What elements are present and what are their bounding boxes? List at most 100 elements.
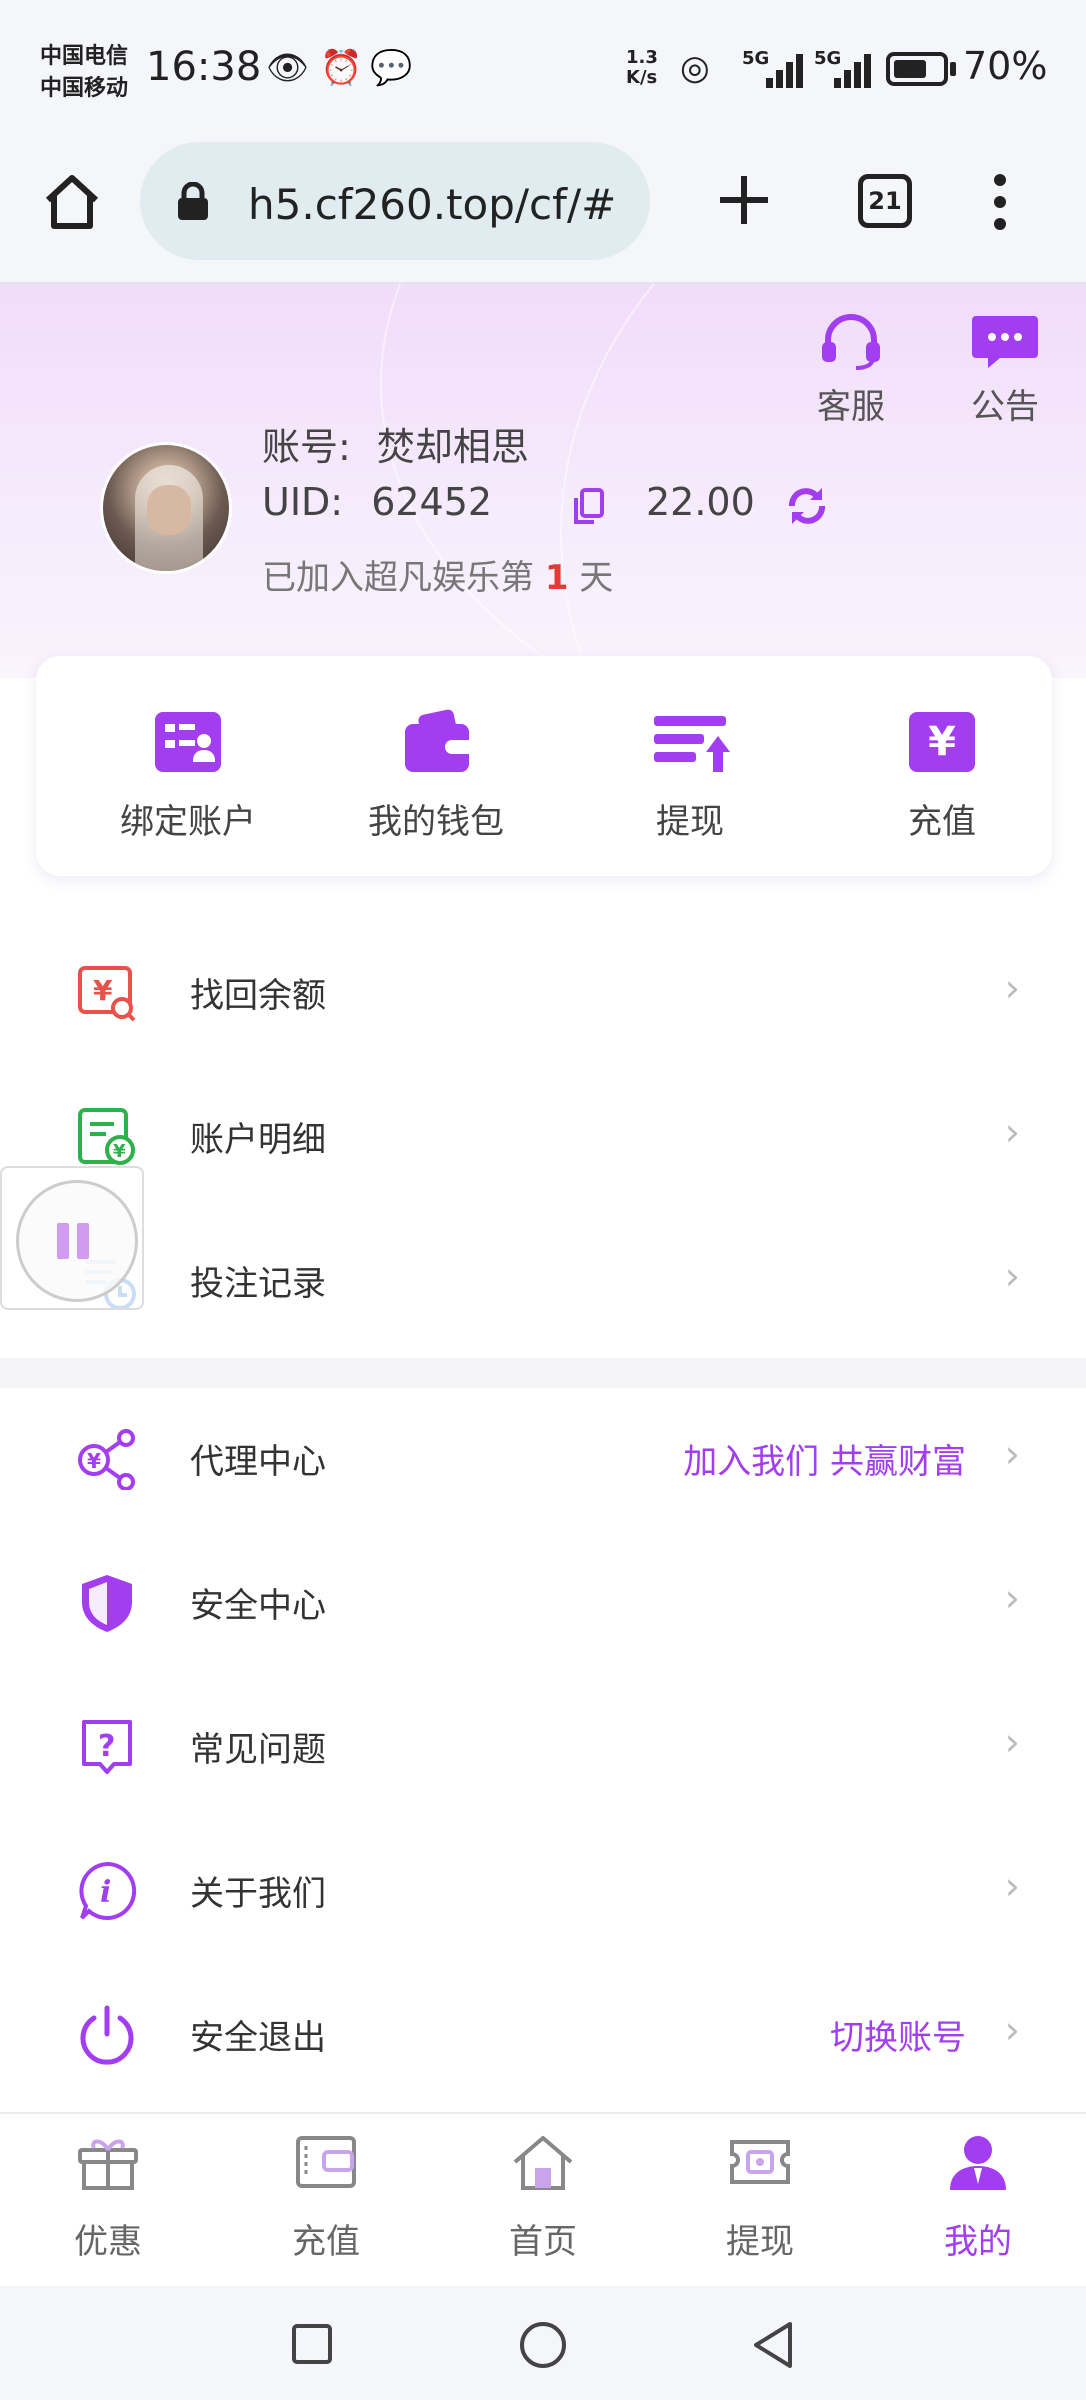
bottom-tab-bar: 优惠 充值 首页 提现 我的 [0, 2112, 1086, 2286]
balance-value: 22.00 [646, 480, 755, 524]
tab-mine[interactable]: 我的 [888, 2134, 1068, 2263]
customer-service-button[interactable]: 客服 [796, 312, 906, 428]
menu-item-account-detail[interactable]: ¥ 账户明细 › [0, 1064, 1086, 1208]
clock: 16:38 [146, 44, 262, 90]
system-nav-bar [0, 2286, 1086, 2400]
chevron-right-icon: › [1004, 1110, 1020, 1154]
menu-item-agent-center[interactable]: ¥ 代理中心 加入我们 共赢财富 › [0, 1386, 1086, 1530]
user-icon [950, 2136, 1006, 2190]
address-bar[interactable]: h5.cf260.top/cf/# [140, 142, 650, 260]
switch-account-link[interactable]: 切换账号 [830, 2010, 966, 2059]
menu-extra-text: 加入我们 共赢财富 [683, 1442, 966, 1482]
share-icon: ¥ [78, 1429, 135, 1490]
id-card-icon [155, 712, 221, 772]
pause-icon [16, 1180, 138, 1302]
wallet-icon [403, 708, 469, 772]
menu-item-about-us[interactable]: i 关于我们 › [0, 1818, 1086, 1962]
tab-label: 优惠 [74, 2222, 142, 2262]
join-days-line: 已加入超凡娱乐第 1 天 [262, 558, 614, 598]
avatar[interactable] [100, 442, 232, 574]
tabs-button[interactable]: 21 [858, 174, 912, 228]
back-icon[interactable] [750, 2320, 796, 2370]
question-icon: ? [82, 1720, 132, 1774]
recent-apps-icon[interactable] [290, 2322, 334, 2366]
menu-item-faq[interactable]: ? 常见问题 › [0, 1674, 1086, 1818]
tab-label: 充值 [292, 2222, 360, 2262]
join-days-count: 1 [544, 558, 569, 598]
account-detail-icon: ¥ [78, 1108, 135, 1165]
svg-text:¥: ¥ [93, 974, 113, 1007]
battery-percent: 70% [963, 44, 1048, 88]
yuan-icon: ¥ [909, 712, 975, 772]
cash-icon [730, 2140, 790, 2184]
new-tab-icon[interactable] [716, 172, 772, 228]
menu-label: 账户明细 [190, 1120, 326, 1160]
quick-action-withdraw[interactable]: 提现 [580, 712, 800, 843]
recover-balance-icon: ¥ [78, 966, 136, 1022]
home-icon [513, 2136, 573, 2190]
chevron-right-icon: › [1004, 1432, 1020, 1476]
headset-icon [822, 314, 880, 370]
info-icon: i [79, 1861, 137, 1920]
profile-header: 客服 公告 账号: 焚却相思 UID: 62452 22.00 已加入超凡娱乐第… [0, 284, 1086, 678]
quick-action-label: 绑定账户 [120, 802, 256, 842]
svg-text:?: ? [98, 1729, 115, 1764]
signal-2-icon [824, 50, 878, 88]
chevron-right-icon: › [1004, 1864, 1020, 1908]
floating-pause-button[interactable] [0, 1166, 144, 1310]
account-name: 焚却相思 [376, 425, 529, 469]
tab-recharge[interactable]: 充值 [236, 2134, 416, 2263]
quick-action-wallet[interactable]: 我的钱包 [326, 708, 546, 843]
refresh-icon[interactable] [784, 484, 830, 528]
gift-icon [78, 2139, 138, 2190]
copy-icon[interactable] [572, 488, 604, 526]
wechat-icon: 💬 [370, 48, 413, 88]
uid-line: UID: 62452 [262, 480, 492, 524]
menu-label: 代理中心 [190, 1442, 326, 1482]
tab-promotions[interactable]: 优惠 [18, 2134, 198, 2263]
alarm-icon: ⏰ [320, 48, 363, 88]
quick-action-label: 充值 [908, 802, 976, 842]
tab-withdraw[interactable]: 提现 [670, 2134, 850, 2263]
tab-home[interactable]: 首页 [453, 2134, 633, 2263]
section-divider [0, 1358, 1086, 1388]
account-label: 账号: [262, 425, 351, 469]
more-menu-icon[interactable] [990, 172, 1010, 232]
home-circle-icon[interactable] [518, 2320, 568, 2370]
menu-item-recover-balance[interactable]: ¥ 找回余额 › [0, 920, 1086, 1064]
menu-item-bet-record[interactable]: 投注记录 › [0, 1208, 1086, 1352]
carrier-1: 中国电信 [40, 44, 129, 69]
status-bar: 中国电信 中国移动 16:38 👁 ⏰ 💬 1.3 K/s ◎ 5G 5G 70… [0, 0, 1086, 130]
net-speed: 1.3 K/s [626, 47, 658, 88]
wallet-card-icon [296, 2136, 356, 2188]
chevron-right-icon: › [1004, 1254, 1020, 1298]
home-icon[interactable] [40, 170, 104, 234]
customer-service-label: 客服 [817, 387, 885, 427]
menu-label: 安全退出 [190, 2018, 326, 2058]
quick-actions-card: 绑定账户 我的钱包 提现 ¥ 充值 [36, 656, 1052, 876]
notice-button[interactable]: 公告 [950, 312, 1060, 428]
eye-icon: 👁 [266, 48, 310, 88]
tab-label: 提现 [726, 2222, 794, 2262]
lock-icon [178, 182, 208, 220]
menu-item-security-center[interactable]: 安全中心 › [0, 1530, 1086, 1674]
svg-text:¥: ¥ [113, 1141, 126, 1162]
quick-action-recharge[interactable]: ¥ 充值 [832, 712, 1052, 843]
message-icon [972, 316, 1038, 368]
tab-label: 首页 [509, 2222, 577, 2262]
menu-label: 常见问题 [190, 1730, 326, 1770]
menu-item-logout[interactable]: 安全退出 切换账号 › [0, 1962, 1086, 2106]
battery-icon [886, 52, 948, 86]
quick-action-bind-account[interactable]: 绑定账户 [78, 712, 298, 843]
quick-action-label: 我的钱包 [368, 802, 504, 842]
svg-text:¥: ¥ [87, 1449, 101, 1473]
url-text[interactable]: h5.cf260.top/cf/# [248, 180, 638, 229]
tab-label: 我的 [944, 2222, 1012, 2262]
uid-value: 62452 [371, 480, 493, 524]
chevron-right-icon: › [1004, 1576, 1020, 1620]
power-icon [80, 2005, 134, 2065]
menu-label: 投注记录 [190, 1264, 326, 1304]
svg-text:i: i [100, 1875, 111, 1910]
notice-label: 公告 [971, 387, 1039, 427]
shield-icon [82, 1575, 132, 1632]
